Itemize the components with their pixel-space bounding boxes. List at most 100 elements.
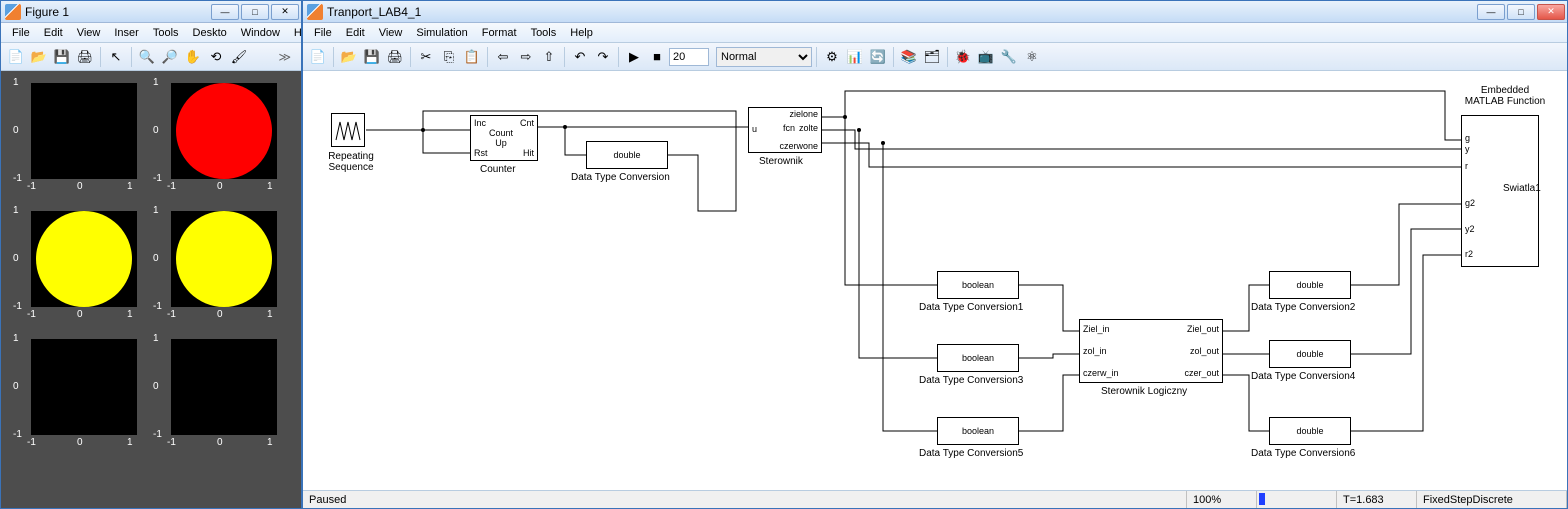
plot-axes: 10-1-101 <box>153 77 281 195</box>
build-icon[interactable]: ⚙ <box>821 46 843 68</box>
tick-label: -1 <box>153 429 162 440</box>
stop-icon[interactable]: ■ <box>646 46 668 68</box>
tick-label: -1 <box>167 437 176 448</box>
debug-icon[interactable]: 🐞 <box>952 46 974 68</box>
menu-tools[interactable]: Tools <box>524 25 564 41</box>
tick-label: 1 <box>13 205 19 216</box>
simulink-window: Tranport_LAB4_1 — □ ✕ File Edit View Sim… <box>302 0 1568 509</box>
menu-view[interactable]: View <box>70 25 108 41</box>
toolbar-overflow-icon[interactable]: ≫ <box>272 50 297 64</box>
paste-icon[interactable]: 📋 <box>461 46 483 68</box>
zoom-in-icon[interactable]: 🔍 <box>136 46 158 68</box>
separator <box>410 47 411 67</box>
minimize-button[interactable]: — <box>1477 4 1505 20</box>
tick-label: 1 <box>153 333 159 344</box>
status-progress <box>1257 491 1337 508</box>
block-dtc1[interactable]: boolean <box>937 271 1019 299</box>
menu-view[interactable]: View <box>372 25 410 41</box>
maximize-button[interactable]: □ <box>241 4 269 20</box>
block-dtc[interactable]: double <box>586 141 668 169</box>
cut-icon[interactable]: ✂ <box>415 46 437 68</box>
tick-label: 1 <box>267 437 273 448</box>
scope-icon[interactable]: 📺 <box>975 46 997 68</box>
model-icon[interactable]: ⚛ <box>1021 46 1043 68</box>
open-icon[interactable]: 📂 <box>338 46 360 68</box>
menu-window[interactable]: Window <box>234 25 287 41</box>
open-icon[interactable]: 📂 <box>28 46 50 68</box>
tick-label: 0 <box>77 437 83 448</box>
label-sterownik: Sterownik <box>759 156 803 167</box>
back-icon[interactable]: ⇦ <box>492 46 514 68</box>
tick-label: 0 <box>217 181 223 192</box>
brush-icon[interactable]: 🖌 <box>228 46 250 68</box>
tick-label: -1 <box>13 301 22 312</box>
config-icon[interactable]: 🔧 <box>998 46 1020 68</box>
menu-insert[interactable]: Inser <box>107 25 145 41</box>
block-counter[interactable]: Inc Rst Cnt Hit Count Up <box>470 115 538 161</box>
pan-icon[interactable]: ✋ <box>182 46 204 68</box>
save-icon[interactable]: 💾 <box>51 46 73 68</box>
save-icon[interactable]: 💾 <box>361 46 383 68</box>
library-icon[interactable]: 📚 <box>898 46 920 68</box>
block-sterownik[interactable]: u zielone fcn zolte czerwone <box>748 107 822 153</box>
play-icon[interactable]: ▶ <box>623 46 645 68</box>
figure-menubar: File Edit View Inser Tools Deskto Window… <box>1 23 301 43</box>
sim-mode-select[interactable]: Normal <box>716 47 812 67</box>
menu-edit[interactable]: Edit <box>37 25 70 41</box>
plot-axes: 10-1-101 <box>13 205 141 323</box>
refresh-icon[interactable]: 🔄 <box>867 46 889 68</box>
menu-help[interactable]: Help <box>563 25 600 41</box>
rotate-icon[interactable]: ⟲ <box>205 46 227 68</box>
menu-file[interactable]: File <box>307 25 339 41</box>
simulink-title: Tranport_LAB4_1 <box>327 5 1475 19</box>
label-dtc2: Data Type Conversion2 <box>1251 302 1355 313</box>
print-icon[interactable]: 🖨 <box>384 46 406 68</box>
block-repeating-sequence[interactable] <box>331 113 365 147</box>
tick-label: -1 <box>13 429 22 440</box>
figure-titlebar[interactable]: Figure 1 — □ ✕ <box>1 1 301 23</box>
close-button[interactable]: ✕ <box>271 4 299 20</box>
minimize-button[interactable]: — <box>211 4 239 20</box>
simulink-titlebar[interactable]: Tranport_LAB4_1 — □ ✕ <box>303 1 1567 23</box>
block-dtc4[interactable]: double <box>1269 340 1351 368</box>
zoom-out-icon[interactable]: 🔎 <box>159 46 181 68</box>
tick-label: 1 <box>267 181 273 192</box>
target-icon[interactable]: 📊 <box>844 46 866 68</box>
plot-axes: 10-1-101 <box>13 333 141 451</box>
circle-light <box>36 211 132 307</box>
block-dtc3[interactable]: boolean <box>937 344 1019 372</box>
print-icon[interactable]: 🖨 <box>74 46 96 68</box>
simulink-statusbar: Paused 100% T=1.683 FixedStepDiscrete <box>303 490 1567 508</box>
label-embed: Embedded MATLAB Function <box>1455 85 1555 107</box>
menu-tools[interactable]: Tools <box>146 25 186 41</box>
menu-file[interactable]: File <box>5 25 37 41</box>
model-canvas[interactable]: Repeating Sequence Inc Rst Cnt Hit Count… <box>303 71 1567 490</box>
tick-label: 1 <box>153 77 159 88</box>
new-icon[interactable]: 📄 <box>5 46 27 68</box>
undo-icon[interactable]: ↶ <box>569 46 591 68</box>
pointer-icon[interactable]: ↖ <box>105 46 127 68</box>
forward-icon[interactable]: ⇨ <box>515 46 537 68</box>
block-dtc5[interactable]: boolean <box>937 417 1019 445</box>
stop-time-input[interactable] <box>669 48 709 66</box>
separator <box>947 47 948 67</box>
menu-edit[interactable]: Edit <box>339 25 372 41</box>
block-logic[interactable]: Ziel_in zol_in czerw_in Ziel_out zol_out… <box>1079 319 1223 383</box>
block-dtc2[interactable]: double <box>1269 271 1351 299</box>
tick-label: 0 <box>13 253 19 264</box>
explorer-icon[interactable]: 🗂 <box>921 46 943 68</box>
menu-desktop[interactable]: Deskto <box>186 25 234 41</box>
copy-icon[interactable]: ⎘ <box>438 46 460 68</box>
separator <box>100 47 101 67</box>
tick-label: -1 <box>27 437 36 448</box>
redo-icon[interactable]: ↷ <box>592 46 614 68</box>
menu-simulation[interactable]: Simulation <box>409 25 474 41</box>
new-model-icon[interactable]: 📄 <box>307 46 329 68</box>
figure-window: Figure 1 — □ ✕ File Edit View Inser Tool… <box>0 0 302 509</box>
close-button[interactable]: ✕ <box>1537 4 1565 20</box>
block-dtc6[interactable]: double <box>1269 417 1351 445</box>
tick-label: -1 <box>13 173 22 184</box>
up-icon[interactable]: ⇧ <box>538 46 560 68</box>
maximize-button[interactable]: □ <box>1507 4 1535 20</box>
menu-format[interactable]: Format <box>475 25 524 41</box>
